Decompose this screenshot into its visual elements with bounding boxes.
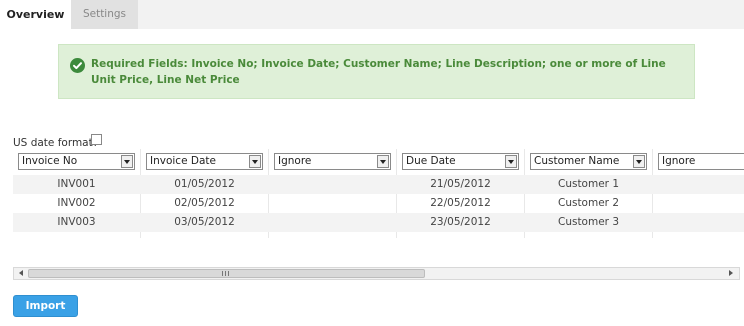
column-mapping-value: Invoice No <box>22 155 78 167</box>
chevron-down-icon[interactable] <box>249 155 261 168</box>
cell-invoice-date: 01/05/2012 <box>174 178 235 190</box>
scroll-left-icon[interactable] <box>16 268 28 279</box>
chevron-down-icon[interactable] <box>505 155 517 168</box>
tab-settings[interactable]: Settings <box>71 0 138 29</box>
cell-due-date: 23/05/2012 <box>430 216 491 228</box>
table-row: INV003 03/05/2012 23/05/2012 Customer 3 <box>13 213 744 232</box>
table-row: INV002 02/05/2012 22/05/2012 Customer 2 <box>13 194 744 213</box>
cell-invoice-date: 02/05/2012 <box>174 197 235 209</box>
us-date-format-label: US date format? <box>13 137 99 149</box>
column-mapping-select[interactable]: Customer Name <box>530 153 647 170</box>
horizontal-scrollbar[interactable] <box>13 267 740 280</box>
chevron-down-icon[interactable] <box>633 155 645 168</box>
cell-ignore <box>269 213 396 232</box>
required-fields-notice: Required Fields: Invoice No; Invoice Dat… <box>58 44 695 99</box>
column-mapping-value: Due Date <box>406 155 456 167</box>
column-mapping-value: Invoice Date <box>150 155 216 167</box>
cell-ignore <box>653 194 744 213</box>
column-mapping-select[interactable]: Invoice Date <box>146 153 263 170</box>
tab-bar: Overview Settings <box>0 0 744 29</box>
cell-customer-name: Customer 3 <box>557 216 620 228</box>
tab-overview[interactable]: Overview <box>0 0 71 29</box>
cell-invoice-no: INV001 <box>57 178 96 190</box>
column-mapping-select[interactable]: Due Date <box>402 153 519 170</box>
scroll-right-icon[interactable] <box>725 268 737 279</box>
column-mapping-value: Customer Name <box>534 155 620 167</box>
cell-invoice-date: 03/05/2012 <box>174 216 235 228</box>
cell-ignore <box>653 175 744 194</box>
cell-invoice-no: INV002 <box>57 197 96 209</box>
cell-customer-name: Customer 2 <box>557 197 620 209</box>
scrollbar-thumb[interactable] <box>28 269 425 278</box>
cell-ignore <box>269 194 396 213</box>
table-row: INV001 01/05/2012 21/05/2012 Customer 1 <box>13 175 744 194</box>
import-button[interactable]: Import <box>13 295 78 317</box>
column-mapping-value: Ignore <box>278 155 312 167</box>
column-mapping-select[interactable]: Invoice No <box>18 153 135 170</box>
check-circle-icon <box>70 58 85 73</box>
chevron-down-icon[interactable] <box>377 155 389 168</box>
import-preview-grid: Invoice No Invoice Date Ignore Due Date … <box>13 149 744 238</box>
column-mapping-value: Ignore <box>662 155 696 167</box>
notice-text: Required Fields: Invoice No; Invoice Dat… <box>91 58 666 86</box>
column-mapping-select[interactable]: Ignore <box>658 153 744 170</box>
column-mapping-select[interactable]: Ignore <box>274 153 391 170</box>
cell-due-date: 22/05/2012 <box>430 197 491 209</box>
cell-ignore <box>269 175 396 194</box>
cell-customer-name: Customer 1 <box>557 178 620 190</box>
cell-due-date: 21/05/2012 <box>430 178 491 190</box>
chevron-down-icon[interactable] <box>121 155 133 168</box>
cell-invoice-no: INV003 <box>57 216 96 228</box>
grip-icon <box>222 271 231 276</box>
cell-ignore <box>653 213 744 232</box>
us-date-format-checkbox[interactable] <box>91 134 102 145</box>
